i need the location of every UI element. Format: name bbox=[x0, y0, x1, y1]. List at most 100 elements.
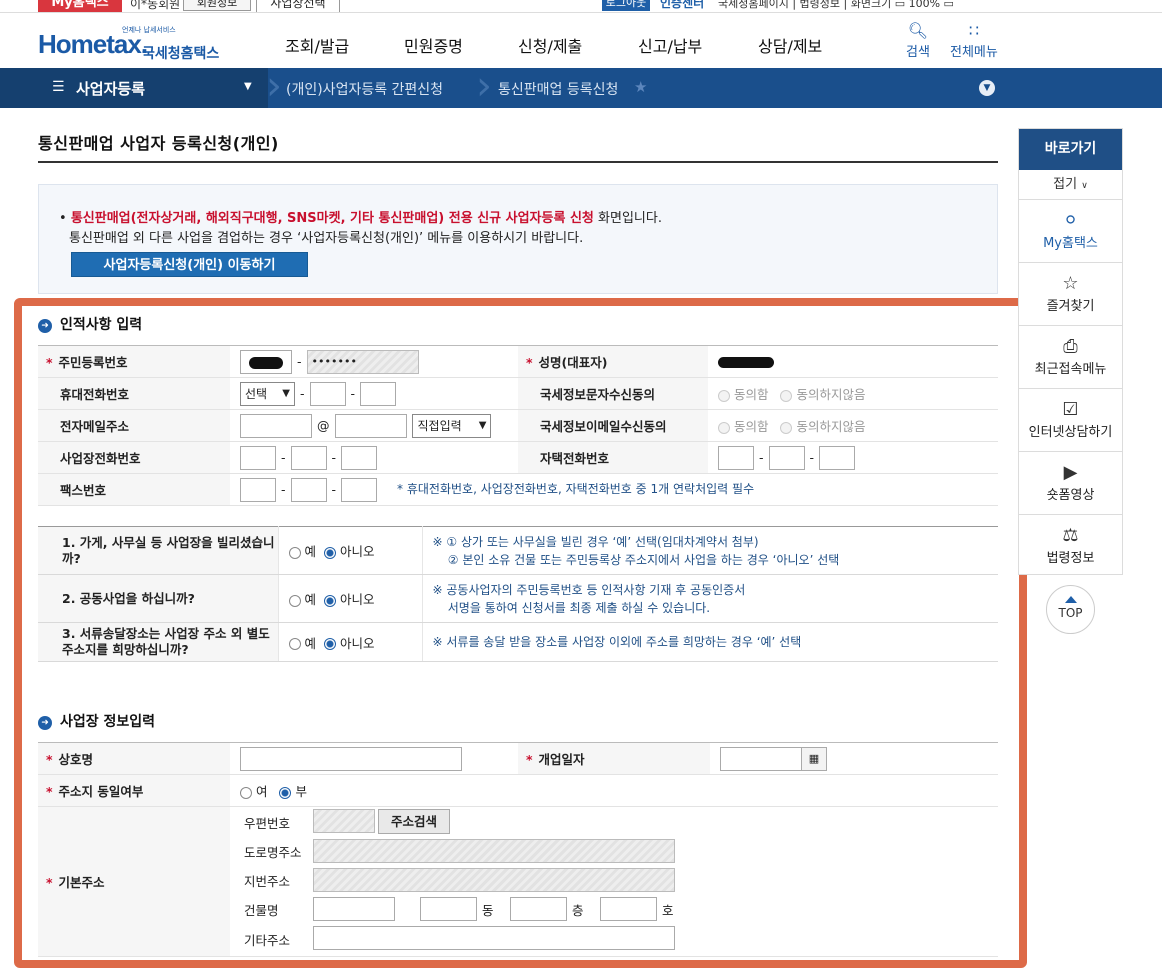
all-menu-label: 전체메뉴 bbox=[950, 45, 998, 60]
breadcrumb-item[interactable]: (개인)사업자등록 간편신청 bbox=[286, 79, 443, 99]
address-search-button[interactable]: 주소검색 bbox=[378, 809, 450, 834]
open-date-input[interactable] bbox=[720, 746, 802, 771]
nav-item[interactable]: 조회/발급 bbox=[285, 33, 349, 57]
email-domain-input[interactable] bbox=[334, 413, 407, 438]
homephone-3-input[interactable] bbox=[819, 445, 856, 470]
same-addr-no-radio[interactable] bbox=[279, 786, 292, 799]
rrn-cell: - ••••••• bbox=[230, 345, 518, 378]
same-addr-yes-radio[interactable] bbox=[240, 786, 252, 799]
nav-item[interactable]: 신고/납부 bbox=[638, 33, 702, 57]
email-disagree-radio[interactable] bbox=[780, 421, 793, 434]
fold-button[interactable]: 접기 ∨ bbox=[1019, 170, 1122, 200]
mobile-last-input[interactable] bbox=[360, 381, 397, 406]
fax-2-input[interactable] bbox=[290, 477, 327, 502]
yes-label: 예 bbox=[304, 635, 317, 651]
nav-item[interactable]: 상담/제보 bbox=[758, 33, 822, 57]
sms-disagree-radio[interactable] bbox=[780, 389, 793, 402]
bizphone-1-input[interactable] bbox=[240, 445, 276, 470]
user-icon: ⚪ bbox=[1062, 210, 1079, 231]
required-mark: * bbox=[526, 355, 533, 370]
email-domain-select[interactable]: 직접입력 ▼ bbox=[412, 413, 492, 438]
question-2-yes-radio[interactable] bbox=[288, 594, 301, 607]
floor-label: 층 bbox=[572, 903, 584, 918]
fax-3-input[interactable] bbox=[341, 477, 378, 502]
jibun-addr-input[interactable] bbox=[313, 868, 675, 892]
zip-input[interactable] bbox=[313, 809, 375, 833]
quick-shortform-video[interactable]: ▶ 숏폼영상 bbox=[1019, 452, 1122, 515]
dash: - bbox=[331, 482, 337, 497]
goto-business-registration-button[interactable]: 사업자등록신청(개인) 이동하기 bbox=[71, 252, 308, 277]
homephone-2-input[interactable] bbox=[768, 445, 805, 470]
sms-consent-cell: 동의함 동의하지않음 bbox=[708, 377, 998, 410]
search-label: 검색 bbox=[906, 45, 930, 60]
ho-input[interactable] bbox=[600, 897, 657, 921]
email-label: 전자메일주소 bbox=[60, 419, 130, 434]
quick-favorites[interactable]: ☆ 즐겨찾기 bbox=[1019, 263, 1122, 326]
utility-links[interactable]: 국세청홈페이지 | 법령정보 | 화면크기 ▭ 100% ▭ bbox=[718, 0, 954, 11]
question-3-no-radio[interactable] bbox=[323, 638, 336, 650]
question-3-options: 예 아니오 bbox=[278, 622, 422, 662]
required-mark: * bbox=[46, 752, 53, 767]
myhome-link[interactable]: My홈택스 bbox=[38, 0, 122, 12]
email-cell: @ 직접입력 ▼ bbox=[230, 409, 518, 442]
business-section-title: ➜ 사업장 정보입력 bbox=[38, 711, 155, 731]
question-1-label: 1. 가게, 사무실 등 사업장을 빌리셨습니까? bbox=[38, 526, 279, 575]
quick-online-consult[interactable]: ☑ 인터넷상담하기 bbox=[1019, 389, 1122, 452]
quick-myhometax[interactable]: ⚪ My홈택스 bbox=[1019, 200, 1122, 263]
quick-recent-menu[interactable]: ⎙ 최근접속메뉴 bbox=[1019, 326, 1122, 389]
cert-center-link[interactable]: 인증센터 bbox=[660, 0, 704, 11]
top-button[interactable]: TOP bbox=[1046, 585, 1095, 634]
utility-bar: My홈택스 이*동회원 회원정보 사업장선택 로그아웃 인증센터 국세청홈페이지… bbox=[0, 0, 1162, 13]
trade-name-input[interactable] bbox=[240, 746, 462, 771]
breadcrumb-item[interactable]: 통신판매업 등록신청 bbox=[498, 79, 618, 99]
yes-label: 예 bbox=[304, 592, 317, 607]
bizphone-3-input[interactable] bbox=[341, 445, 378, 470]
mobile-middle-input[interactable] bbox=[309, 381, 346, 406]
all-menu-button[interactable]: ∷ 전체메뉴 bbox=[950, 21, 998, 60]
rrn-back-input[interactable]: ••••••• bbox=[306, 349, 419, 374]
logout-button[interactable]: 로그아웃 bbox=[602, 0, 650, 11]
user-info-button[interactable]: 회원정보 bbox=[183, 0, 251, 11]
mobile-prefix-select[interactable]: 선택 ▼ bbox=[240, 381, 295, 406]
building-name-input[interactable] bbox=[313, 897, 395, 921]
email-agree-radio[interactable] bbox=[718, 421, 730, 434]
question-1-yes-radio[interactable] bbox=[288, 546, 301, 559]
question-1-no-radio[interactable] bbox=[323, 546, 336, 559]
header: 언제나 납세서비스 Hometax. 국세청홈택스 조회/발급 민원증명 신청/… bbox=[0, 13, 1162, 68]
hometax-logo[interactable]: 언제나 납세서비스 Hometax. 국세청홈택스 bbox=[38, 21, 228, 65]
fax-1-input[interactable] bbox=[240, 477, 276, 502]
email-id-input[interactable] bbox=[240, 413, 312, 438]
star-icon[interactable]: ★ bbox=[634, 78, 647, 96]
sms-agree-radio[interactable] bbox=[718, 389, 730, 402]
nav-item[interactable]: 신청/제출 bbox=[518, 33, 582, 57]
building-label: 건물명 bbox=[244, 903, 279, 918]
nav-item[interactable]: 민원증명 bbox=[404, 33, 463, 57]
logo-text: Hometax. bbox=[38, 29, 148, 59]
question-3-yes-radio[interactable] bbox=[288, 638, 301, 650]
rrn-front-input[interactable] bbox=[240, 349, 292, 374]
homephone-1-input[interactable] bbox=[718, 445, 754, 470]
arrow-circle-icon: ➜ bbox=[38, 716, 52, 730]
dong-input[interactable] bbox=[420, 897, 477, 921]
calendar-icon[interactable]: ▦ bbox=[801, 746, 827, 771]
quick-item-label: 숏폼영상 bbox=[1046, 488, 1095, 503]
etc-addr-input[interactable] bbox=[313, 926, 675, 950]
personal-section-label: 인적사항 입력 bbox=[60, 317, 143, 333]
search-button[interactable]: 🔍︎ 검색 bbox=[906, 21, 930, 60]
floor-input[interactable] bbox=[510, 897, 567, 921]
expand-icon[interactable]: ▼ bbox=[979, 80, 995, 96]
business-select-button[interactable]: 사업장선택 bbox=[256, 0, 340, 12]
question-2-no-radio[interactable] bbox=[323, 594, 336, 607]
menu-selector[interactable]: ☰ 사업자등록 ▼ bbox=[0, 68, 268, 108]
no-label: 아니오 bbox=[339, 635, 375, 651]
bizphone-2-input[interactable] bbox=[290, 445, 327, 470]
sms-consent-label-cell: 국세정보문자수신동의 bbox=[518, 377, 708, 410]
same-addr-label: 주소지 동일여부 bbox=[58, 784, 144, 799]
email-consent-label-cell: 국세정보이메일수신동의 bbox=[518, 409, 708, 442]
quick-law-info[interactable]: ⚖ 법령정보 bbox=[1019, 515, 1122, 578]
road-addr-input[interactable] bbox=[313, 839, 675, 863]
rrn-label: 주민등록번호 bbox=[58, 355, 128, 370]
required-mark: * bbox=[46, 784, 53, 799]
quick-item-label: 최근접속메뉴 bbox=[1034, 362, 1107, 377]
same-addr-label-cell: * 주소지 동일여부 bbox=[38, 774, 230, 807]
